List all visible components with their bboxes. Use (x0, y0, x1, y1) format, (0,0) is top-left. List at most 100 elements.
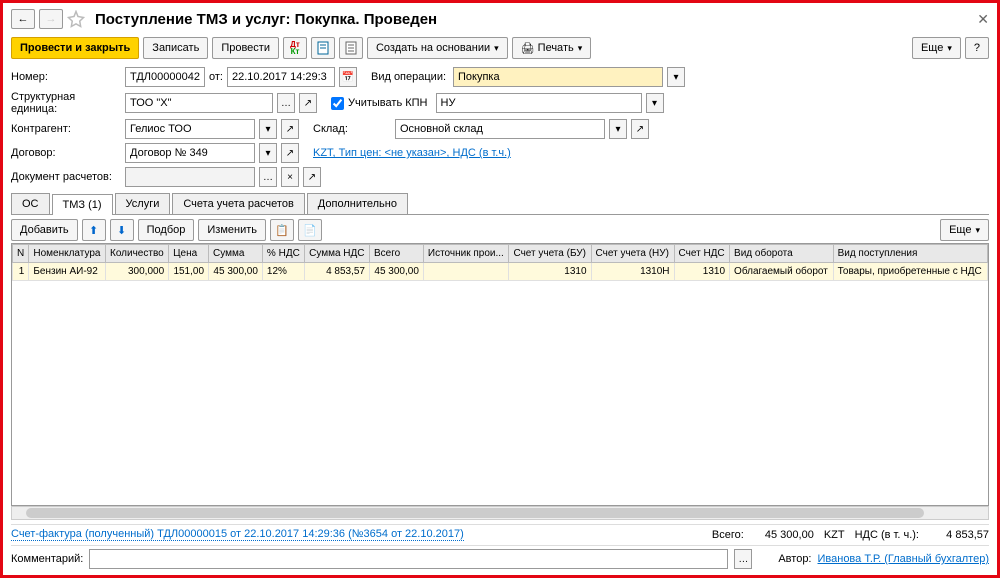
cell: Бензин АИ-92 (29, 263, 106, 281)
struct-dots-icon[interactable]: … (277, 93, 295, 113)
add-button[interactable]: Добавить (11, 219, 78, 241)
vidop-dropdown-icon[interactable]: ▾ (667, 67, 685, 87)
grid[interactable]: NНоменклатураКоличествоЦенаСумма% НДССум… (11, 243, 989, 506)
cell: 151,00 (169, 263, 209, 281)
sklad-label: Склад: (313, 123, 391, 135)
grid-header: N (13, 245, 29, 263)
back-button[interactable]: ← (11, 9, 35, 29)
total-value: 45 300,00 (754, 529, 814, 541)
star-icon[interactable] (67, 10, 85, 28)
grid-more-button[interactable]: Еще (940, 219, 989, 241)
kpn-label: Учитывать КПН (348, 97, 428, 109)
schet-faktura-link[interactable]: Счет-фактура (полученный) ТДЛ00000015 от… (11, 528, 464, 541)
cell: 1310 (509, 263, 591, 281)
grid-header: Вид оборота (730, 245, 834, 263)
contr-open-icon[interactable]: ↗ (281, 119, 299, 139)
paste-icon[interactable]: 📄 (298, 219, 322, 241)
cell: 1 (13, 263, 29, 281)
help-button[interactable]: ? (965, 37, 989, 59)
kpn-input[interactable] (436, 93, 642, 113)
calendar-icon[interactable]: 📅 (339, 67, 357, 87)
cell: Облагаемый оборот (730, 263, 834, 281)
author-label: Автор: (778, 553, 811, 565)
grid-header: Сумма (209, 245, 263, 263)
number-input[interactable] (125, 67, 205, 87)
currency: KZT (824, 529, 845, 541)
comment-input[interactable] (89, 549, 728, 569)
struct-label: Структурная единица: (11, 91, 121, 115)
date-input[interactable] (227, 67, 335, 87)
create-basis-button[interactable]: Создать на основании (367, 37, 508, 59)
number-label: Номер: (11, 71, 121, 83)
grid-header: Источник прои... (423, 245, 509, 263)
cell (423, 263, 509, 281)
tab-os[interactable]: ОС (11, 193, 50, 214)
post-close-button[interactable]: Провести и закрыть (11, 37, 139, 59)
edit-button[interactable]: Изменить (198, 219, 266, 241)
save-button[interactable]: Записать (143, 37, 208, 59)
cell: 12% (262, 263, 304, 281)
docrasch-x-icon[interactable]: × (281, 167, 299, 187)
copy-icon[interactable]: 📋 (270, 219, 294, 241)
contr-input[interactable] (125, 119, 255, 139)
sklad-input[interactable] (395, 119, 605, 139)
dt-kt-icon[interactable]: ДтКт (283, 37, 307, 59)
doc-icon[interactable] (311, 37, 335, 59)
dogovor-dropdown-icon[interactable]: ▾ (259, 143, 277, 163)
forward-button[interactable]: → (39, 9, 63, 29)
move-down-icon[interactable]: ⬇ (110, 219, 134, 241)
cell: 45 300,00 (209, 263, 263, 281)
horizontal-scrollbar[interactable] (11, 506, 989, 520)
grid-header: Сумма НДС (305, 245, 370, 263)
from-label: от: (209, 71, 223, 83)
total-label: Всего: (712, 529, 744, 541)
page-title: Поступление ТМЗ и услуг: Покупка. Провед… (95, 11, 437, 28)
move-up-icon[interactable]: ⬆ (82, 219, 106, 241)
docrasch-input[interactable] (125, 167, 255, 187)
tab-uslugi[interactable]: Услуги (115, 193, 171, 214)
docrasch-label: Документ расчетов: (11, 171, 121, 183)
kpn-checkbox[interactable] (331, 97, 344, 110)
contr-dropdown-icon[interactable]: ▾ (259, 119, 277, 139)
cell: 300,000 (106, 263, 169, 281)
pick-button[interactable]: Подбор (138, 219, 195, 241)
grid-header: Цена (169, 245, 209, 263)
printer-icon: 🖨 (521, 42, 535, 55)
price-info-link[interactable]: KZT, Тип цен: <не указан>, НДС (в т.ч.) (313, 147, 511, 159)
tab-dop[interactable]: Дополнительно (307, 193, 408, 214)
vidop-label: Вид операции: (371, 71, 449, 83)
cell: Товары, приобретенные с НДС (833, 263, 987, 281)
kpn-dropdown-icon[interactable]: ▾ (646, 93, 664, 113)
tab-tmz[interactable]: ТМЗ (1) (52, 194, 113, 215)
more-button[interactable]: Еще (912, 37, 961, 59)
grid-header: Счет учета (НУ) (591, 245, 674, 263)
docrasch-open-icon[interactable]: ↗ (303, 167, 321, 187)
struct-input[interactable] (125, 93, 273, 113)
grid-header: % НДС (262, 245, 304, 263)
post-button[interactable]: Провести (212, 37, 279, 59)
grid-header: Всего (370, 245, 424, 263)
vidop-input[interactable] (453, 67, 663, 87)
sklad-dropdown-icon[interactable]: ▾ (609, 119, 627, 139)
docrasch-dots-icon[interactable]: … (259, 167, 277, 187)
nds-label: НДС (в т. ч.): (855, 529, 919, 541)
cell: 1310Н (591, 263, 674, 281)
author-link[interactable]: Иванова Т.Р. (Главный бухгалтер) (818, 553, 990, 565)
grid-header: Вид поступления (833, 245, 987, 263)
table-row[interactable]: 1Бензин АИ-92300,000151,0045 300,0012%4 … (13, 263, 988, 281)
sklad-open-icon[interactable]: ↗ (631, 119, 649, 139)
grid-header: Номенклатура (29, 245, 106, 263)
dogovor-input[interactable] (125, 143, 255, 163)
struct-open-icon[interactable]: ↗ (299, 93, 317, 113)
close-icon[interactable]: ✕ (977, 11, 989, 28)
grid-header: Счет НДС (674, 245, 730, 263)
comment-label: Комментарий: (11, 553, 83, 565)
grid-header: Счет учета (БУ) (509, 245, 591, 263)
dogovor-open-icon[interactable]: ↗ (281, 143, 299, 163)
tab-schet[interactable]: Счета учета расчетов (172, 193, 304, 214)
nds-value: 4 853,57 (929, 529, 989, 541)
comment-dots-icon[interactable]: … (734, 549, 752, 569)
dogovor-label: Договор: (11, 147, 121, 159)
doc2-icon[interactable] (339, 37, 363, 59)
print-button[interactable]: 🖨 Печать (512, 37, 592, 59)
